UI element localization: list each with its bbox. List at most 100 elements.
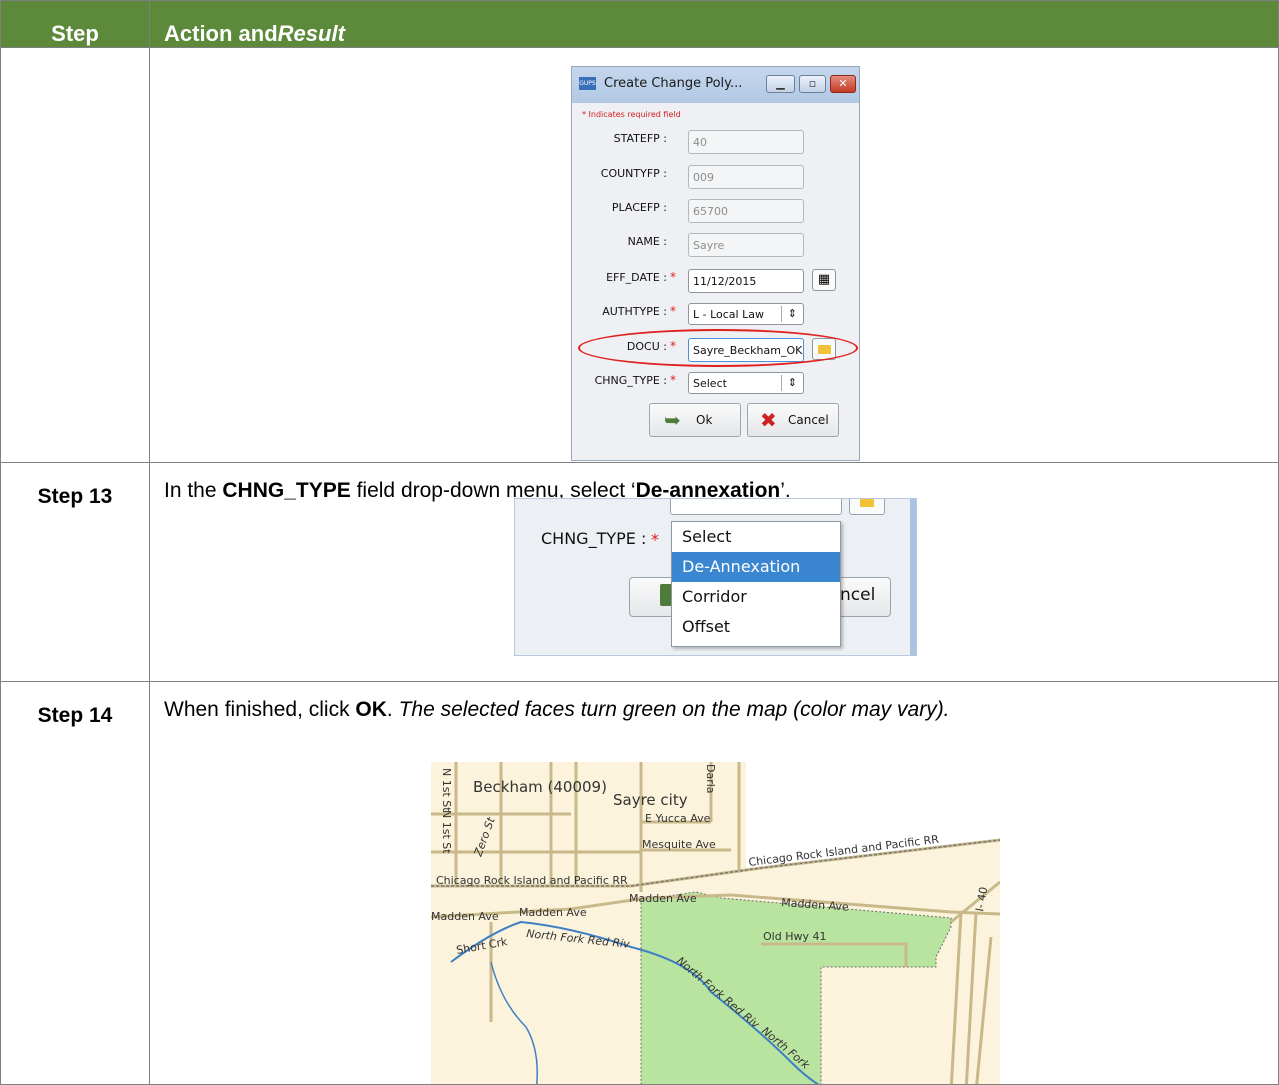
chng-type-value: Select xyxy=(693,377,727,390)
name-input[interactable]: Sayre xyxy=(688,233,804,257)
map-label-yucca: E Yucca Ave xyxy=(645,812,711,825)
option-corridor[interactable]: Corridor xyxy=(672,582,840,612)
map-label-rr-2: Chicago Rock Island and Pacific RR xyxy=(436,874,628,887)
ok-button[interactable]: ➥ Ok xyxy=(649,403,741,437)
header-action: Action and Result xyxy=(149,0,1279,48)
map-label-city: Sayre city xyxy=(613,791,688,809)
required-star: * xyxy=(670,304,676,318)
countyfp-input[interactable]: 009 xyxy=(688,165,804,189)
instr-italic: The selected faces turn green on the map… xyxy=(398,698,950,721)
placefp-label: PLACEFP : xyxy=(611,201,667,214)
highlight-ellipse xyxy=(578,329,858,367)
name-label: NAME : xyxy=(627,235,667,248)
step-13-instruction: In the CHNG_TYPE field drop-down menu, s… xyxy=(150,463,791,503)
step-14-instruction: When finished, click OK. The selected fa… xyxy=(150,682,950,722)
option-offset[interactable]: Offset xyxy=(672,612,840,642)
step-13-label: Step 13 xyxy=(0,462,150,682)
field-name: NAME : Sayre xyxy=(572,230,861,257)
required-star: * xyxy=(670,270,676,284)
header-action-text: Action and Result xyxy=(164,21,345,47)
map-label-madden-4: Madden Ave xyxy=(519,906,587,919)
map-label-madden-1: Madden Ave xyxy=(629,892,697,905)
select-separator xyxy=(781,306,782,322)
cancel-x-icon: ✖ xyxy=(760,408,777,432)
required-star: * xyxy=(651,530,659,549)
map-label-n1st: N 1st St xyxy=(440,768,453,812)
calendar-icon[interactable]: ▦ xyxy=(812,269,836,291)
steps-table: Step Action and Result GUPS Create Chang… xyxy=(0,0,1279,1085)
updown-arrow-icon: ⇕ xyxy=(787,376,797,389)
map-label-old-hwy-41: Old Hwy 41 xyxy=(763,930,826,943)
row-step-13: Step 13 In the CHNG_TYPE field drop-down… xyxy=(0,462,1279,682)
ok-label: Ok xyxy=(696,413,713,427)
ok-arrow-icon: ➥ xyxy=(664,408,681,432)
minimize-button[interactable]: ▁ xyxy=(766,75,795,93)
authtype-label: AUTHTYPE : xyxy=(602,305,667,318)
placefp-input[interactable]: 65700 xyxy=(688,199,804,223)
map-label-darla: Darla xyxy=(704,764,717,794)
authtype-select[interactable]: L - Local Law ⇕ xyxy=(688,303,804,325)
eff-date-input[interactable]: 11/12/2015 xyxy=(688,269,804,293)
field-placefp: PLACEFP : 65700 xyxy=(572,196,861,223)
instr-text: When finished, click xyxy=(164,698,356,721)
cancel-label-partial: ncel xyxy=(840,585,876,605)
app-icon: GUPS xyxy=(579,77,596,90)
row-step-14: Step 14 When finished, click OK. The sel… xyxy=(0,681,1279,1085)
row-dialog: GUPS Create Change Poly... ▁ ▫ ✕ * Indic… xyxy=(0,47,1279,463)
field-statefp: STATEFP : 40 xyxy=(572,127,861,154)
header-step-text: Step xyxy=(51,21,99,46)
cancel-label: Cancel xyxy=(788,413,829,427)
statefp-label: STATEFP : xyxy=(613,132,667,145)
close-button[interactable]: ✕ xyxy=(830,75,856,93)
window-edge xyxy=(910,499,916,655)
field-eff-date: EFF_DATE : * 11/12/2015 ▦ xyxy=(572,266,861,293)
step-14-label: Step 14 xyxy=(0,681,150,1085)
maximize-button[interactable]: ▫ xyxy=(799,75,826,93)
map-svg: Beckham (40009) Sayre city E Yucca Ave M… xyxy=(431,762,1000,1084)
chng-type-dropdown-screenshot: CHNG_TYPE : * ncel Select De-Annexation … xyxy=(514,498,917,656)
instr-text: In the xyxy=(164,479,223,502)
select-separator xyxy=(781,375,782,391)
dialog-title: Create Change Poly... xyxy=(604,76,743,91)
map-label-n1st-2: N 1st St xyxy=(440,810,453,854)
cancel-button[interactable]: ✖ Cancel xyxy=(747,403,839,437)
instr-bold: CHNG_TYPE xyxy=(222,479,351,502)
field-authtype: AUTHTYPE : * L - Local Law ⇕ xyxy=(572,300,861,326)
header-action-prefix: Action and xyxy=(164,21,278,46)
authtype-value: L - Local Law xyxy=(693,308,764,321)
option-select[interactable]: Select xyxy=(672,522,840,552)
chng-type-label: CHNG_TYPE : xyxy=(594,374,667,387)
statefp-input[interactable]: 40 xyxy=(688,130,804,154)
close-icon: ✕ xyxy=(838,77,848,90)
required-star: * xyxy=(670,373,676,387)
updown-arrow-icon: ⇕ xyxy=(787,307,797,320)
instr-text: . xyxy=(386,698,399,721)
map-label-county: Beckham (40009) xyxy=(473,778,607,796)
action-cell-step-13: In the CHNG_TYPE field drop-down menu, s… xyxy=(149,462,1279,682)
minimize-icon: ▁ xyxy=(776,77,785,90)
step-cell-empty xyxy=(0,47,150,463)
dialog-titlebar[interactable]: GUPS Create Change Poly... ▁ ▫ ✕ xyxy=(572,67,859,103)
chng-type-dropdown-list[interactable]: Select De-Annexation Corridor Offset xyxy=(671,521,841,647)
field-countyfp: COUNTYFP : 009 xyxy=(572,162,861,189)
create-change-poly-dialog: GUPS Create Change Poly... ▁ ▫ ✕ * Indic… xyxy=(571,66,860,461)
folder-icon xyxy=(849,499,885,515)
map-view[interactable]: Beckham (40009) Sayre city E Yucca Ave M… xyxy=(431,762,1000,1084)
map-label-mesquite: Mesquite Ave xyxy=(642,838,716,851)
field-chng-type: CHNG_TYPE : * Select ⇕ xyxy=(572,369,861,395)
header-step: Step xyxy=(0,0,150,48)
header-action-italic: Result xyxy=(277,21,345,46)
option-de-annexation[interactable]: De-Annexation xyxy=(672,552,840,582)
action-cell-dialog: GUPS Create Change Poly... ▁ ▫ ✕ * Indic… xyxy=(149,47,1279,463)
required-field-note: * Indicates required field xyxy=(582,110,681,119)
maximize-icon: ▫ xyxy=(808,77,817,90)
chng-type-select[interactable]: Select ⇕ xyxy=(688,372,804,394)
header-row: Step Action and Result xyxy=(0,0,1279,48)
map-label-madden-3: Madden Ave xyxy=(431,910,499,923)
instr-bold: OK xyxy=(355,698,387,721)
docu-input-partial xyxy=(670,499,842,515)
chng-type-label: CHNG_TYPE : xyxy=(541,529,647,548)
eff-date-label: EFF_DATE : xyxy=(606,271,667,284)
countyfp-label: COUNTYFP : xyxy=(600,167,667,180)
action-cell-step-14: When finished, click OK. The selected fa… xyxy=(149,681,1279,1085)
